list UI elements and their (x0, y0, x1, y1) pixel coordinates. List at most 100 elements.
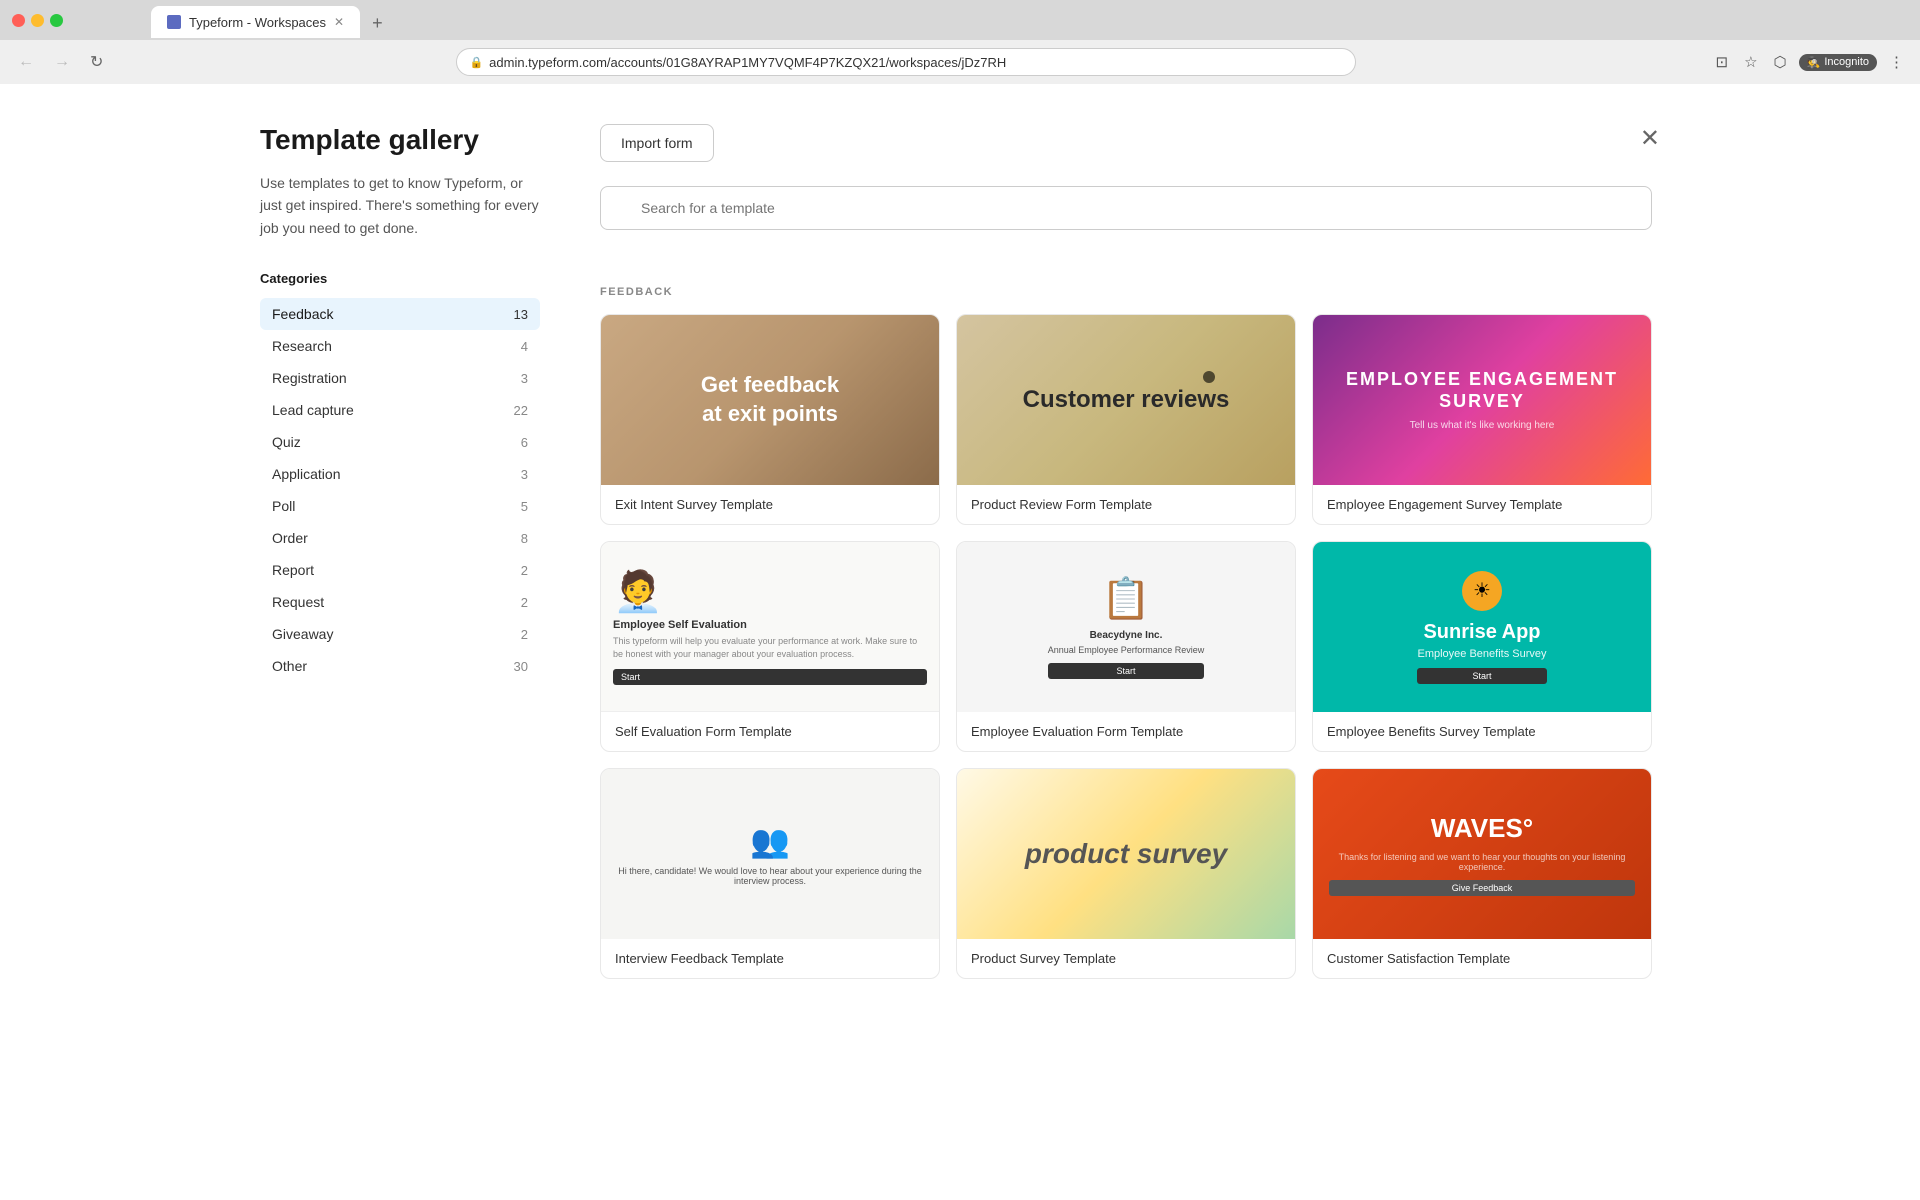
template-title-employee-engagement: Employee Engagement Survey Template (1313, 485, 1651, 524)
template-title-product-review: Product Review Form Template (957, 485, 1295, 524)
interview-desc: Hi there, candidate! We would love to he… (613, 866, 927, 886)
browser-navbar: ← → ↻ 🔒 admin.typeform.com/accounts/01G8… (0, 40, 1920, 84)
template-card-employee-engagement[interactable]: EMPLOYEE ENGAGEMENT SURVEY Tell us what … (1312, 314, 1652, 525)
category-label: Registration (272, 370, 347, 386)
categories-heading: Categories (260, 271, 540, 286)
template-card-product-survey[interactable]: product survey Product Survey Template (956, 768, 1296, 979)
category-label: Other (272, 658, 307, 674)
template-thumbnail-interview: 👥 Hi there, candidate! We would love to … (601, 769, 939, 939)
tab-favicon (167, 15, 181, 29)
category-item-other[interactable]: Other 30 (260, 650, 540, 682)
template-title-product-survey: Product Survey Template (957, 939, 1295, 978)
template-title-interview: Interview Feedback Template (601, 939, 939, 978)
secure-lock-icon: 🔒 (469, 56, 483, 69)
template-card-employee-eval[interactable]: 📋 Beacydyne Inc. Annual Employee Perform… (956, 541, 1296, 752)
incognito-badge: 🕵 Incognito (1799, 54, 1877, 71)
category-item-research[interactable]: Research 4 (260, 330, 540, 362)
category-label: Application (272, 466, 341, 482)
search-wrapper: 🔍 (600, 186, 1652, 258)
tab-title: Typeform - Workspaces (189, 15, 326, 30)
category-label: Quiz (272, 434, 301, 450)
customer-thumb-text: Customer reviews (1023, 386, 1230, 414)
template-card-waves[interactable]: WAVES° Thanks for listening and we want … (1312, 768, 1652, 979)
extensions-icon[interactable]: ⬡ (1770, 49, 1791, 75)
category-item-report[interactable]: Report 2 (260, 554, 540, 586)
benefits-start-btn: Start (1417, 668, 1546, 684)
category-item-request[interactable]: Request 2 (260, 586, 540, 618)
category-count: 3 (521, 467, 528, 482)
gallery-title: Template gallery (260, 124, 540, 156)
tab-close-button[interactable]: ✕ (334, 15, 344, 29)
category-item-application[interactable]: Application 3 (260, 458, 540, 490)
template-card-self-eval[interactable]: 🧑‍💼 Employee Self Evaluation This typefo… (600, 541, 940, 752)
self-eval-form-title: Employee Self Evaluation (613, 619, 927, 631)
exit-thumb-text: Get feedback at exit points (701, 371, 839, 428)
benefits-thumb-text2: Employee Benefits Survey (1417, 648, 1546, 660)
category-item-order[interactable]: Order 8 (260, 522, 540, 554)
gallery-description: Use templates to get to know Typeform, o… (260, 172, 540, 239)
employee-eng-thumb-text: EMPLOYEE ENGAGEMENT SURVEY (1329, 369, 1635, 412)
interview-people-icon: 👥 (613, 822, 927, 860)
benefits-sun-icon: ☀ (1462, 571, 1502, 611)
employee-eval-icon: 📋 (1048, 575, 1205, 622)
template-card-employee-benefits[interactable]: ☀ Sunrise App Employee Benefits Survey S… (1312, 541, 1652, 752)
category-label: Report (272, 562, 314, 578)
benefits-thumb-text1: Sunrise App (1417, 621, 1546, 644)
category-item-feedback[interactable]: Feedback 13 (260, 298, 540, 330)
template-card-interview[interactable]: 👥 Hi there, candidate! We would love to … (600, 768, 940, 979)
template-title-exit: Exit Intent Survey Template (601, 485, 939, 524)
emp-eval-company: Beacydyne Inc. (1048, 630, 1205, 641)
category-item-giveaway[interactable]: Giveaway 2 (260, 618, 540, 650)
nav-forward-button[interactable]: → (48, 49, 76, 75)
browser-nav-right: ⊡ ☆ ⬡ 🕵 Incognito ⋮ (1712, 49, 1909, 75)
maximize-window-button[interactable] (50, 14, 63, 27)
nav-back-button[interactable]: ← (12, 49, 40, 75)
category-count: 6 (521, 435, 528, 450)
category-list: Feedback 13 Research 4 Registration 3 (260, 298, 540, 682)
template-card-product-review[interactable]: Customer reviews Product Review Form Tem… (956, 314, 1296, 525)
category-count: 5 (521, 499, 528, 514)
category-count: 4 (521, 339, 528, 354)
close-window-button[interactable] (12, 14, 25, 27)
modal-overlay: ✕ Template gallery Use templates to get … (0, 84, 1920, 1200)
more-options-button[interactable]: ⋮ (1885, 49, 1908, 75)
category-label: Lead capture (272, 402, 354, 418)
category-count: 22 (514, 403, 528, 418)
template-thumbnail-customer: Customer reviews (957, 315, 1295, 485)
right-panel: Import form 🔍 FEEDBACK Get feedback (600, 124, 1660, 1160)
minimize-window-button[interactable] (31, 14, 44, 27)
waves-feedback-btn: Give Feedback (1329, 880, 1635, 896)
search-input[interactable] (600, 186, 1652, 230)
emp-eval-subtitle: Annual Employee Performance Review (1048, 645, 1205, 655)
category-item-quiz[interactable]: Quiz 6 (260, 426, 540, 458)
browser-titlebar: Typeform - Workspaces ✕ + (0, 0, 1920, 40)
waves-sub: Thanks for listening and we want to hear… (1329, 852, 1635, 872)
url-text: admin.typeform.com/accounts/01G8AYRAP1MY… (489, 55, 1006, 70)
cast-icon[interactable]: ⊡ (1712, 49, 1733, 75)
bookmark-icon[interactable]: ☆ (1740, 49, 1761, 75)
template-thumbnail-exit: Get feedback at exit points (601, 315, 939, 485)
category-count: 2 (521, 563, 528, 578)
new-tab-button[interactable]: + (364, 9, 391, 38)
import-form-button[interactable]: Import form (600, 124, 714, 162)
modal-container: ✕ Template gallery Use templates to get … (260, 124, 1660, 1160)
browser-tab[interactable]: Typeform - Workspaces ✕ (151, 6, 360, 38)
category-item-poll[interactable]: Poll 5 (260, 490, 540, 522)
category-count: 2 (521, 627, 528, 642)
template-card-exit-intent[interactable]: Get feedback at exit points Exit Intent … (600, 314, 940, 525)
category-count: 2 (521, 595, 528, 610)
category-count: 8 (521, 531, 528, 546)
category-count: 13 (514, 307, 528, 322)
address-bar[interactable]: 🔒 admin.typeform.com/accounts/01G8AYRAP1… (456, 48, 1356, 76)
product-survey-thumb-text: product survey (1025, 838, 1227, 870)
modal-close-button[interactable]: ✕ (1640, 124, 1660, 153)
category-label: Order (272, 530, 308, 546)
nav-reload-button[interactable]: ↻ (84, 48, 109, 76)
category-item-registration[interactable]: Registration 3 (260, 362, 540, 394)
category-item-leadcapture[interactable]: Lead capture 22 (260, 394, 540, 426)
left-panel: Template gallery Use templates to get to… (260, 124, 540, 1160)
template-title-waves: Customer Satisfaction Template (1313, 939, 1651, 978)
category-label: Giveaway (272, 626, 333, 642)
template-title-employee-benefits: Employee Benefits Survey Template (1313, 712, 1651, 751)
template-title-self-eval: Self Evaluation Form Template (601, 712, 939, 751)
